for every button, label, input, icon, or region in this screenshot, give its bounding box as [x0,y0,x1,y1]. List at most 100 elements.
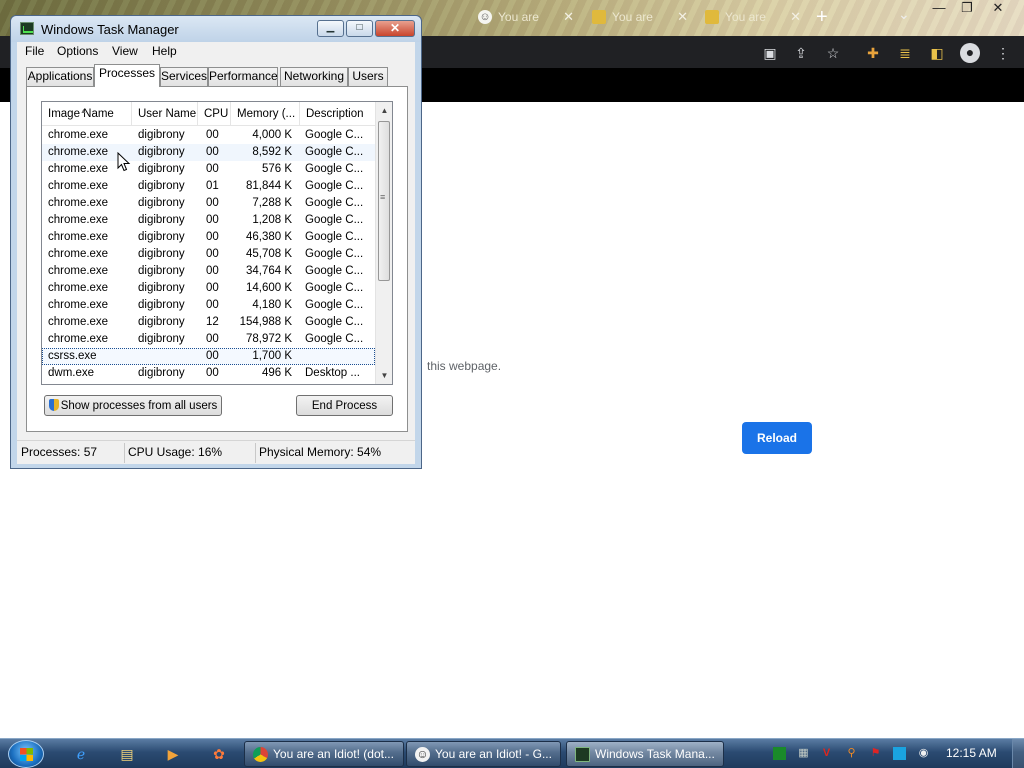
explorer-folder-icon[interactable]: ▤ [116,743,138,765]
table-row[interactable]: chrome.exe digibrony 00 78,972 K Google C... [42,331,375,348]
close-tab-icon[interactable]: ✕ [677,9,688,25]
tab-applications[interactable]: Applications [26,67,94,86]
minimize-icon[interactable]: — [925,0,953,18]
table-row[interactable]: chrome.exe digibrony 00 45,708 K Google C... [42,246,375,263]
cell-cpu: 00 [206,197,219,209]
flag-icon[interactable]: ⚑ [869,747,882,760]
show-all-processes-button[interactable]: Show processes from all users [44,395,222,416]
column-user-name[interactable]: User Name [132,102,198,126]
browser-tab[interactable]: You are ✕ [584,2,696,32]
bookmark-star-icon[interactable]: ☆ [824,44,842,62]
menu-help[interactable]: Help [150,44,179,58]
side-panel-icon[interactable]: ◧ [928,44,946,62]
task-manager-icon [20,22,34,35]
volume-icon[interactable]: ◉ [917,747,930,760]
cell-memory: 496 K [261,367,292,379]
browser-tab[interactable]: ☺ You are ✕ [470,2,582,32]
scroll-down-icon[interactable]: ▼ [376,367,392,384]
antivirus-icon[interactable]: V [820,747,833,760]
table-row[interactable]: chrome.exe digibrony 01 81,844 K Google C... [42,178,375,195]
menu-options[interactable]: Options [55,44,100,58]
reload-button[interactable]: Reload [742,422,812,454]
scroll-thumb[interactable] [378,121,390,281]
table-row[interactable]: chrome.exe digibrony 00 4,180 K Google C... [42,297,375,314]
menu-kebab-icon[interactable]: ⋮ [994,44,1012,62]
table-row[interactable]: chrome.exe digibrony 12 154,988 K Google C..… [42,314,375,331]
column-memory[interactable]: Memory (... [231,102,300,126]
title-bar[interactable]: Windows Task Manager ▁ □ ✕ [11,16,421,42]
table-row[interactable]: chrome.exe digibrony 00 8,592 K Google C... [42,144,375,161]
table-row[interactable]: chrome.exe digibrony 00 576 K Google C... [42,161,375,178]
close-tab-icon[interactable]: ✕ [563,9,574,25]
taskbar-button-task-manager[interactable]: Windows Task Mana... [566,741,724,767]
cell-cpu: 00 [206,231,219,243]
display-icon[interactable] [893,747,906,760]
column-description[interactable]: Description [300,102,375,126]
extensions-icon[interactable]: ✚ [864,44,882,62]
chevron-down-icon[interactable]: ⌄ [898,6,910,23]
vertical-scrollbar[interactable]: ▲ ▼ [375,102,392,384]
column-image-name[interactable]: ▲ Image Name [42,102,132,126]
share-icon[interactable]: ⇪ [792,44,810,62]
menu-file[interactable]: File [23,44,46,58]
close-icon[interactable]: ✕ [984,0,1012,18]
scroll-up-icon[interactable]: ▲ [376,102,392,119]
network-icon[interactable]: ▦ [797,747,810,760]
cell-description: Google C... [305,299,364,311]
new-tab-button[interactable]: + [816,6,828,29]
taskbar-button-chrome[interactable]: You are an Idiot! (dot... [244,741,404,767]
cell-memory: 4,000 K [252,129,292,141]
tab-processes[interactable]: Processes [94,64,160,87]
restore-icon[interactable]: ❐ [953,0,981,18]
cell-user-name: digibrony [138,231,185,243]
taskbar-button-idiot[interactable]: ☺ You are an Idiot! - G... [406,741,561,767]
search-tray-icon[interactable]: ⚲ [845,747,858,760]
cell-description: Google C... [305,129,364,141]
maximize-button[interactable]: □ [346,20,373,37]
table-row[interactable]: chrome.exe digibrony 00 7,288 K Google C... [42,195,375,212]
process-list[interactable]: ▲ Image Name User Name CPU Memory (... D… [41,101,393,385]
taskbar: ℯ ▤ ▶ ✿ You are an Idiot! (dot... ☺ You … [0,738,1024,768]
cell-description: Google C... [305,316,364,328]
cell-image-name: chrome.exe [48,316,109,328]
table-row[interactable]: chrome.exe digibrony 00 1,208 K Google C... [42,212,375,229]
tab-performance[interactable]: Performance [208,67,278,86]
table-row[interactable]: chrome.exe digibrony 00 34,764 K Google C... [42,263,375,280]
column-cpu[interactable]: CPU [198,102,231,126]
tab-networking[interactable]: Networking [280,67,348,86]
table-row[interactable]: chrome.exe digibrony 00 46,380 K Google C... [42,229,375,246]
menu-view[interactable]: View [110,44,140,58]
reading-list-icon[interactable]: ≣ [896,44,914,62]
show-desktop-button[interactable] [1012,739,1024,768]
cell-image-name: chrome.exe [48,333,109,345]
internet-explorer-icon[interactable]: ℯ [70,743,92,765]
cell-cpu: 00 [206,248,219,260]
tab-services[interactable]: Services [160,67,208,86]
table-row[interactable]: csrss.exe 00 1,700 K [42,348,375,365]
start-button[interactable] [8,740,44,768]
cell-memory: 46,380 K [245,231,292,243]
paint-app-icon[interactable]: ✿ [208,743,230,765]
minimize-button[interactable]: ▁ [317,20,344,37]
cast-icon[interactable]: ▣ [761,44,779,62]
show-all-label: Show processes from all users [60,400,218,412]
taskmgr-tray-icon[interactable] [773,747,786,760]
browser-tab[interactable]: You are ✕ [697,2,809,32]
end-process-button[interactable]: End Process [296,395,393,416]
media-player-icon[interactable]: ▶ [162,743,184,765]
table-row[interactable]: dwm.exe digibrony 00 496 K Desktop ... [42,365,375,382]
tab-users[interactable]: Users [348,67,388,86]
table-row[interactable]: chrome.exe digibrony 00 4,000 K Google C... [42,127,375,144]
clock[interactable]: 12:15 AM [946,746,997,760]
status-physical-memory: Physical Memory: 54% [259,445,382,459]
cell-cpu: 00 [206,282,219,294]
close-tab-icon[interactable]: ✕ [790,9,801,25]
cell-cpu: 00 [206,129,219,141]
cell-cpu: 00 [206,265,219,277]
cell-user-name: digibrony [138,163,185,175]
profile-avatar-icon[interactable]: ● [960,43,980,63]
close-button[interactable]: ✕ [375,20,415,37]
cell-description: Google C... [305,146,364,158]
cell-description: Google C... [305,248,364,260]
table-row[interactable]: chrome.exe digibrony 00 14,600 K Google C... [42,280,375,297]
